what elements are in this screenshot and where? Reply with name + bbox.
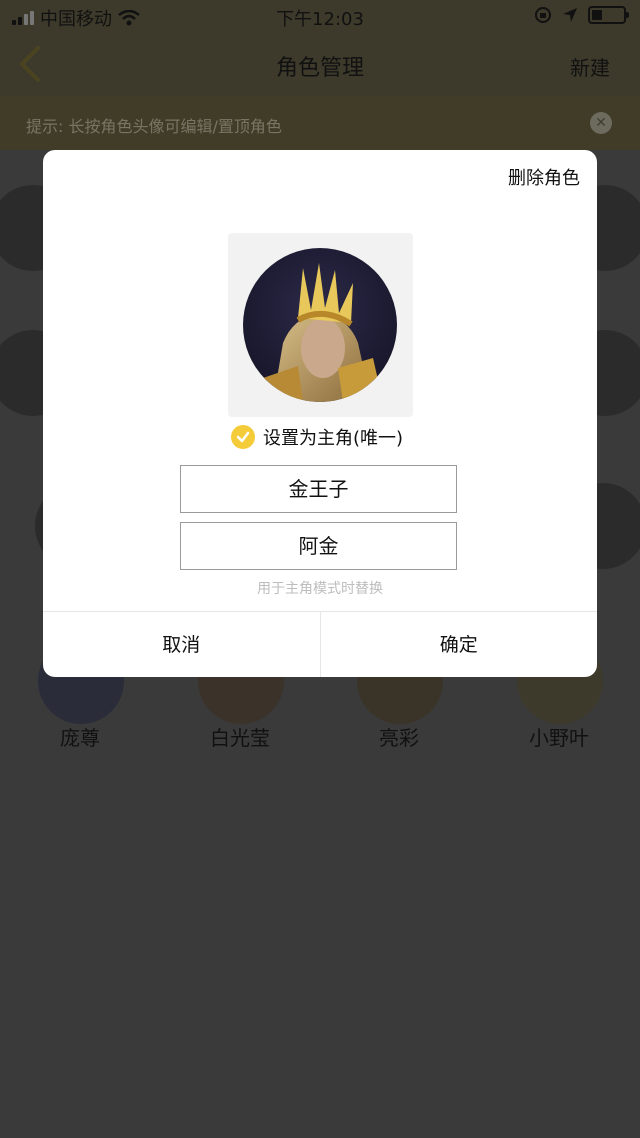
confirm-button[interactable]: 确定: [319, 612, 598, 677]
character-name: 小野叶: [529, 726, 589, 750]
location-icon: [563, 8, 577, 22]
role-alias-input[interactable]: 阿金: [180, 522, 457, 570]
nav-bar: 角色管理 新建: [0, 32, 640, 96]
character-name: 白光莹: [210, 726, 270, 750]
main-role-label: 设置为主角(唯一): [263, 428, 404, 449]
battery-icon: [588, 6, 629, 24]
role-name-input[interactable]: 金王子: [180, 465, 457, 513]
character-name: 庞尊: [60, 726, 100, 750]
check-circle-icon[interactable]: [231, 425, 255, 449]
status-bar: 中国移动 下午12:03: [0, 0, 640, 32]
helper-text: 用于主角模式时替换: [257, 581, 383, 597]
avatar-frame[interactable]: [228, 233, 413, 417]
avatar-image: [243, 248, 397, 402]
close-icon[interactable]: ✕: [590, 112, 612, 134]
status-right: [534, 6, 629, 24]
avatar[interactable]: [243, 248, 397, 402]
edit-role-dialog: 删除角色 设置为主角(唯一) 金王子 阿金 用于主角模式时替换 取消 确定: [43, 150, 597, 677]
page-title: 角色管理: [275, 56, 364, 81]
hint-text: 提示: 长按角色头像可编辑/置顶角色: [26, 117, 282, 136]
character-name: 亮彩: [379, 726, 419, 750]
hint-bar: 提示: 长按角色头像可编辑/置顶角色 ✕: [0, 96, 640, 150]
dialog-actions: 取消 确定: [43, 611, 597, 677]
delete-role-button[interactable]: 删除角色: [508, 164, 580, 190]
rotation-lock-icon: [535, 7, 551, 23]
new-button[interactable]: 新建: [570, 52, 610, 81]
main-role-toggle[interactable]: 设置为主角(唯一): [231, 424, 403, 450]
cancel-button[interactable]: 取消: [43, 612, 320, 677]
